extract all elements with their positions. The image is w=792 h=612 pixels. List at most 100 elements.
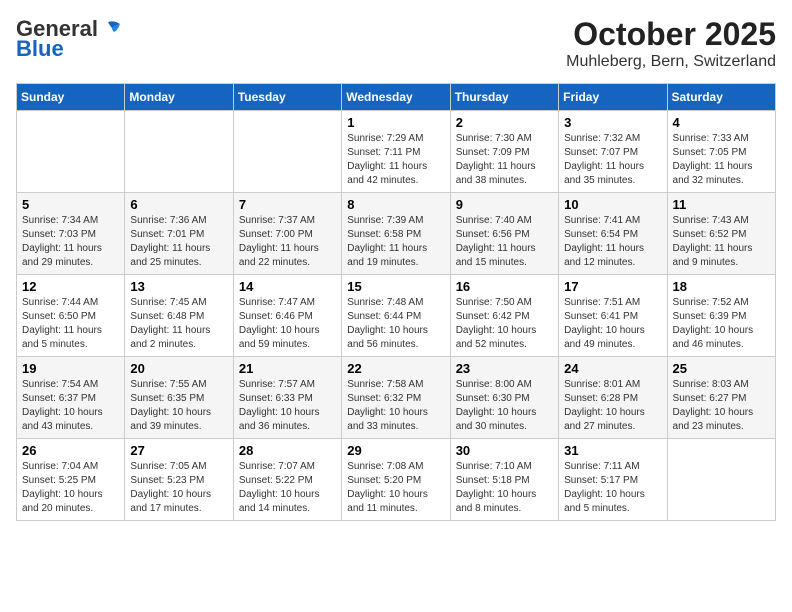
day-number: 11 [673,197,770,212]
weekday-header-thursday: Thursday [450,84,558,111]
day-info: Sunrise: 7:29 AM Sunset: 7:11 PM Dayligh… [347,132,444,188]
calendar-cell: 27 Sunrise: 7:05 AM Sunset: 5:23 PM Dayli… [125,439,233,521]
logo: General Blue [16,16,122,62]
day-number: 18 [673,279,770,294]
day-info: Sunrise: 7:52 AM Sunset: 6:39 PM Dayligh… [673,296,770,352]
day-info: Sunrise: 7:48 AM Sunset: 6:44 PM Dayligh… [347,296,444,352]
day-info: Sunrise: 7:33 AM Sunset: 7:05 PM Dayligh… [673,132,770,188]
day-number: 22 [347,361,444,376]
calendar-week-row: 26 Sunrise: 7:04 AM Sunset: 5:25 PM Dayli… [17,439,776,521]
calendar-cell: 6 Sunrise: 7:36 AM Sunset: 7:01 PM Daylig… [125,193,233,275]
day-info: Sunrise: 7:11 AM Sunset: 5:17 PM Dayligh… [564,460,661,516]
day-info: Sunrise: 7:51 AM Sunset: 6:41 PM Dayligh… [564,296,661,352]
logo-bird-icon [100,20,122,38]
calendar-cell: 25 Sunrise: 8:03 AM Sunset: 6:27 PM Dayli… [667,357,775,439]
day-info: Sunrise: 7:30 AM Sunset: 7:09 PM Dayligh… [456,132,553,188]
day-info: Sunrise: 7:36 AM Sunset: 7:01 PM Dayligh… [130,214,227,270]
weekday-header-monday: Monday [125,84,233,111]
day-info: Sunrise: 7:47 AM Sunset: 6:46 PM Dayligh… [239,296,336,352]
day-info: Sunrise: 7:04 AM Sunset: 5:25 PM Dayligh… [22,460,119,516]
day-number: 25 [673,361,770,376]
day-number: 28 [239,443,336,458]
day-info: Sunrise: 8:00 AM Sunset: 6:30 PM Dayligh… [456,378,553,434]
weekday-header-friday: Friday [559,84,667,111]
calendar-week-row: 19Sunrise: 7:54 AM Sunset: 6:37 PM Dayli… [17,357,776,439]
day-info: Sunrise: 7:39 AM Sunset: 6:58 PM Dayligh… [347,214,444,270]
day-info: Sunrise: 7:08 AM Sunset: 5:20 PM Dayligh… [347,460,444,516]
day-number: 17 [564,279,661,294]
calendar-cell [667,439,775,521]
day-info: Sunrise: 7:40 AM Sunset: 6:56 PM Dayligh… [456,214,553,270]
calendar-cell: 11 Sunrise: 7:43 AM Sunset: 6:52 PM Dayli… [667,193,775,275]
calendar-cell: 26 Sunrise: 7:04 AM Sunset: 5:25 PM Dayli… [17,439,125,521]
day-info: Sunrise: 7:45 AM Sunset: 6:48 PM Dayligh… [130,296,227,352]
day-info: Sunrise: 7:55 AM Sunset: 6:35 PM Dayligh… [130,378,227,434]
calendar-cell: 3 Sunrise: 7:32 AM Sunset: 7:07 PM Daylig… [559,111,667,193]
calendar-cell: 24 Sunrise: 8:01 AM Sunset: 6:28 PM Dayli… [559,357,667,439]
day-info: Sunrise: 7:37 AM Sunset: 7:00 PM Dayligh… [239,214,336,270]
calendar-week-row: 5Sunrise: 7:34 AM Sunset: 7:03 PM Daylig… [17,193,776,275]
day-number: 12 [22,279,119,294]
day-info: Sunrise: 7:32 AM Sunset: 7:07 PM Dayligh… [564,132,661,188]
day-number: 7 [239,197,336,212]
day-info: Sunrise: 7:41 AM Sunset: 6:54 PM Dayligh… [564,214,661,270]
day-info: Sunrise: 7:50 AM Sunset: 6:42 PM Dayligh… [456,296,553,352]
calendar-cell [233,111,341,193]
day-info: Sunrise: 7:57 AM Sunset: 6:33 PM Dayligh… [239,378,336,434]
weekday-header-saturday: Saturday [667,84,775,111]
calendar-cell: 28 Sunrise: 7:07 AM Sunset: 5:22 PM Dayli… [233,439,341,521]
day-info: Sunrise: 7:43 AM Sunset: 6:52 PM Dayligh… [673,214,770,270]
day-number: 23 [456,361,553,376]
day-info: Sunrise: 8:01 AM Sunset: 6:28 PM Dayligh… [564,378,661,434]
calendar-cell: 19Sunrise: 7:54 AM Sunset: 6:37 PM Dayli… [17,357,125,439]
day-number: 27 [130,443,227,458]
day-number: 2 [456,115,553,130]
title-block: October 2025 Muhleberg, Bern, Switzerlan… [566,16,776,71]
day-info: Sunrise: 8:03 AM Sunset: 6:27 PM Dayligh… [673,378,770,434]
calendar-cell: 8 Sunrise: 7:39 AM Sunset: 6:58 PM Daylig… [342,193,450,275]
day-number: 24 [564,361,661,376]
calendar-cell: 2 Sunrise: 7:30 AM Sunset: 7:09 PM Daylig… [450,111,558,193]
day-number: 30 [456,443,553,458]
day-number: 1 [347,115,444,130]
calendar-cell: 29 Sunrise: 7:08 AM Sunset: 5:20 PM Dayli… [342,439,450,521]
calendar-cell: 12 Sunrise: 7:44 AM Sunset: 6:50 PM Dayli… [17,275,125,357]
calendar-cell: 7 Sunrise: 7:37 AM Sunset: 7:00 PM Daylig… [233,193,341,275]
day-number: 3 [564,115,661,130]
weekday-header-sunday: Sunday [17,84,125,111]
day-number: 19 [22,361,119,376]
day-number: 20 [130,361,227,376]
calendar-week-row: 1 Sunrise: 7:29 AM Sunset: 7:11 PM Daylig… [17,111,776,193]
calendar-cell: 17 Sunrise: 7:51 AM Sunset: 6:41 PM Dayli… [559,275,667,357]
calendar-cell: 23 Sunrise: 8:00 AM Sunset: 6:30 PM Dayli… [450,357,558,439]
calendar-table: SundayMondayTuesdayWednesdayThursdayFrid… [16,83,776,521]
calendar-cell: 14 Sunrise: 7:47 AM Sunset: 6:46 PM Dayli… [233,275,341,357]
calendar-cell: 10 Sunrise: 7:41 AM Sunset: 6:54 PM Dayli… [559,193,667,275]
calendar-cell: 4Sunrise: 7:33 AM Sunset: 7:05 PM Daylig… [667,111,775,193]
location-title: Muhleberg, Bern, Switzerland [566,53,776,71]
day-info: Sunrise: 7:05 AM Sunset: 5:23 PM Dayligh… [130,460,227,516]
day-number: 21 [239,361,336,376]
calendar-week-row: 12 Sunrise: 7:44 AM Sunset: 6:50 PM Dayli… [17,275,776,357]
day-number: 8 [347,197,444,212]
day-info: Sunrise: 7:34 AM Sunset: 7:03 PM Dayligh… [22,214,119,270]
day-number: 10 [564,197,661,212]
weekday-header-tuesday: Tuesday [233,84,341,111]
weekday-header-row: SundayMondayTuesdayWednesdayThursdayFrid… [17,84,776,111]
day-info: Sunrise: 7:07 AM Sunset: 5:22 PM Dayligh… [239,460,336,516]
calendar-cell: 22Sunrise: 7:58 AM Sunset: 6:32 PM Dayli… [342,357,450,439]
day-number: 29 [347,443,444,458]
day-number: 15 [347,279,444,294]
calendar-cell: 30Sunrise: 7:10 AM Sunset: 5:18 PM Dayli… [450,439,558,521]
day-number: 16 [456,279,553,294]
calendar-cell [17,111,125,193]
day-number: 6 [130,197,227,212]
calendar-cell: 20 Sunrise: 7:55 AM Sunset: 6:35 PM Dayli… [125,357,233,439]
day-number: 14 [239,279,336,294]
calendar-cell: 16 Sunrise: 7:50 AM Sunset: 6:42 PM Dayli… [450,275,558,357]
calendar-cell: 9Sunrise: 7:40 AM Sunset: 6:56 PM Daylig… [450,193,558,275]
calendar-cell: 13Sunrise: 7:45 AM Sunset: 6:48 PM Dayli… [125,275,233,357]
day-info: Sunrise: 7:44 AM Sunset: 6:50 PM Dayligh… [22,296,119,352]
calendar-cell: 5Sunrise: 7:34 AM Sunset: 7:03 PM Daylig… [17,193,125,275]
day-number: 26 [22,443,119,458]
